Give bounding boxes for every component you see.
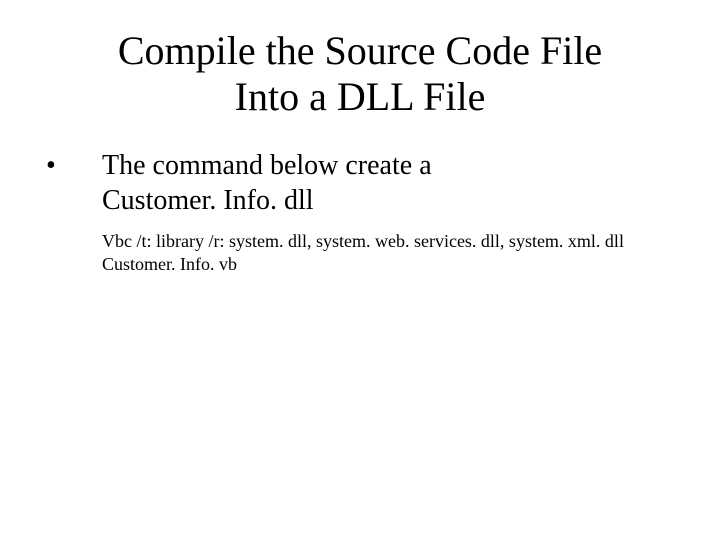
lead-line-2: Customer. Info. dll (102, 185, 314, 216)
slide: Compile the Source Code File Into a DLL … (0, 0, 720, 540)
bullet-body: The command below create a Customer. Inf… (102, 148, 680, 277)
bullet-lead: The command below create a Customer. Inf… (102, 148, 680, 218)
cmd-line-2: Customer. Info. vb (102, 254, 237, 274)
lead-line-1: The command below create a (102, 150, 432, 181)
title-line-1: Compile the Source Code File (118, 28, 602, 73)
command-text: Vbc /t: library /r: system. dll, system.… (102, 230, 680, 277)
title-line-2: Into a DLL File (235, 74, 486, 119)
cmd-line-1: Vbc /t: library /r: system. dll, system.… (102, 231, 624, 251)
bullet-block: • The command below create a Customer. I… (40, 148, 680, 277)
bullet-marker: • (40, 148, 102, 183)
slide-title: Compile the Source Code File Into a DLL … (40, 28, 680, 120)
